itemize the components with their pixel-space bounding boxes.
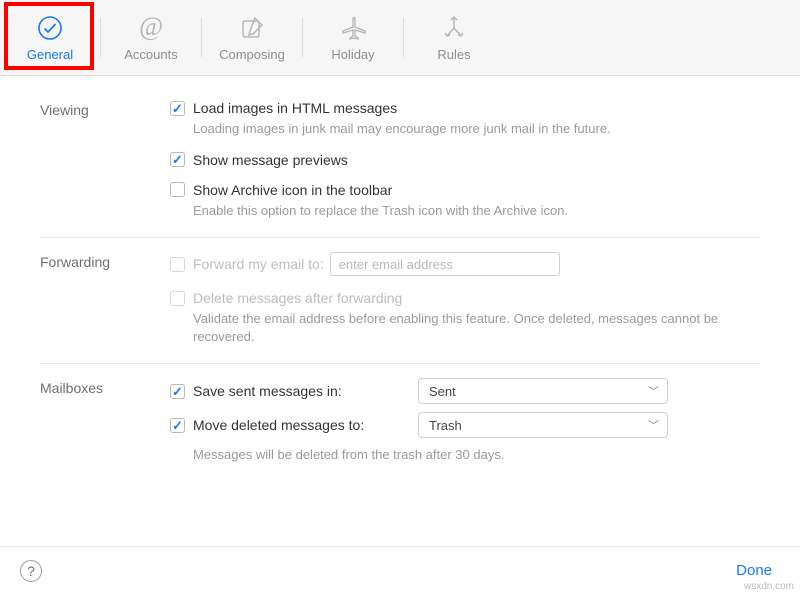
forward-email-input[interactable] [330,252,560,276]
checkbox-save-sent[interactable] [170,384,185,399]
chevron-down-icon: ﹀ [648,383,659,399]
footer-bar: ? Done [0,546,800,594]
checkbox-move-deleted[interactable] [170,418,185,433]
option-label: Save sent messages in: [193,383,342,399]
watermark-text: wsxdn.com [744,581,794,592]
option-hint: Enable this option to replace the Trash … [193,202,760,220]
checkbox-forward-email[interactable] [170,257,185,272]
svg-text:@: @ [139,13,163,41]
checkbox-show-archive[interactable] [170,182,185,197]
section-mailboxes: Mailboxes Save sent messages in: Sent ﹀ … [40,364,760,482]
section-title: Forwarding [40,252,170,345]
airplane-icon [339,13,367,43]
tab-composing[interactable]: Composing [202,0,302,75]
tab-accounts[interactable]: @ Accounts [101,0,201,75]
done-button[interactable]: Done [728,558,780,583]
done-label: Done [736,562,772,579]
checkbox-delete-after-forward[interactable] [170,291,185,306]
option-hint: Validate the email address before enabli… [193,310,760,345]
section-title: Mailboxes [40,378,170,464]
checkbox-show-previews[interactable] [170,152,185,167]
tab-rules[interactable]: Rules [404,0,504,75]
tab-label: General [27,47,73,62]
tab-label: Holiday [331,47,374,62]
checkbox-load-images[interactable] [170,101,185,116]
at-sign-icon: @ [136,13,166,43]
option-label: Load images in HTML messages [193,100,397,116]
arrows-split-icon [440,13,468,43]
chevron-down-icon: ﹀ [648,417,659,433]
select-save-sent[interactable]: Sent ﹀ [418,378,668,404]
help-button[interactable]: ? [20,560,42,582]
section-viewing: Viewing Load images in HTML messages Loa… [40,86,760,238]
option-label: Show Archive icon in the toolbar [193,182,392,198]
select-value: Trash [429,418,462,433]
tab-label: Accounts [124,47,177,62]
section-title: Viewing [40,100,170,219]
tab-label: Composing [219,47,285,62]
tab-holiday[interactable]: Holiday [303,0,403,75]
tab-general[interactable]: General [0,0,100,75]
select-move-deleted[interactable]: Trash ﹀ [418,412,668,438]
section-forwarding: Forwarding Forward my email to: Delete m… [40,238,760,364]
tab-label: Rules [437,47,470,62]
option-label: Delete messages after forwarding [193,290,402,306]
option-label: Move deleted messages to: [193,417,364,433]
option-hint: Messages will be deleted from the trash … [193,446,760,464]
option-label: Show message previews [193,152,348,168]
compose-icon [238,13,266,43]
option-label: Forward my email to: [193,256,324,272]
select-value: Sent [429,384,456,399]
preferences-content: Viewing Load images in HTML messages Loa… [0,76,800,482]
question-mark-icon: ? [27,563,35,579]
checkmark-circle-icon [36,13,64,43]
option-hint: Loading images in junk mail may encourag… [193,120,760,138]
preferences-toolbar: General @ Accounts Composing Holiday Rul… [0,0,800,76]
